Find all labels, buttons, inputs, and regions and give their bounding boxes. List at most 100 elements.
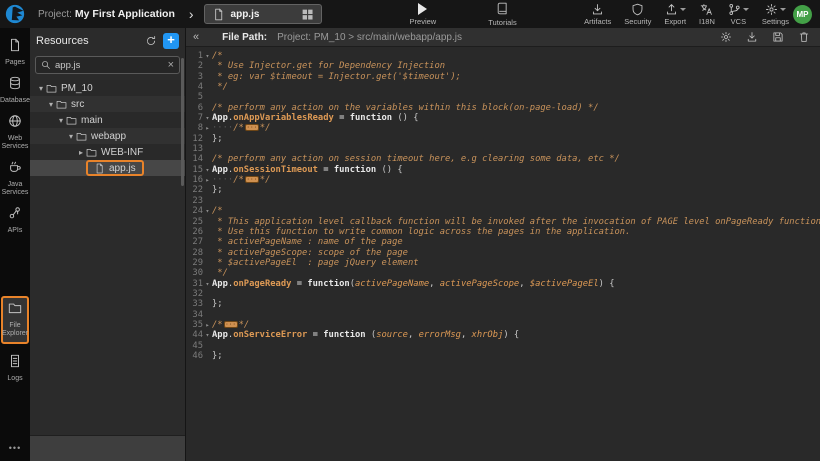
code-line[interactable]: 28 * activePageScope: scope of the page xyxy=(186,248,820,258)
vertical-scrollbar[interactable] xyxy=(181,58,184,186)
code-line[interactable]: 4 */ xyxy=(186,82,820,92)
sidebar-item-apis[interactable]: APIs xyxy=(0,202,30,240)
tree-node-src[interactable]: ▾ src xyxy=(30,96,185,112)
code-line[interactable]: 13 xyxy=(186,144,820,154)
tree-node-app.js[interactable]: app.js xyxy=(30,160,185,176)
sidebar-item-java-services[interactable]: Java Services xyxy=(0,156,30,202)
save-icon[interactable] xyxy=(772,31,784,43)
search-input[interactable] xyxy=(55,60,164,71)
tree-node-label: PM_10 xyxy=(61,83,93,94)
wavemaker-logo-icon[interactable] xyxy=(4,3,26,25)
export-button[interactable]: Export xyxy=(664,2,686,26)
code-line[interactable]: 7▾App.onAppVariablesReady = function () … xyxy=(186,113,820,123)
code-line[interactable]: 46}; xyxy=(186,351,820,361)
line-number: 23 xyxy=(186,196,203,206)
tree-node-web-inf[interactable]: ▸ WEB-INF xyxy=(30,144,185,160)
line-number: 29 xyxy=(186,258,203,268)
tutorials-button[interactable]: Tutorials xyxy=(488,2,516,27)
code-line[interactable]: 22}; xyxy=(186,185,820,195)
code-line[interactable]: 23 xyxy=(186,196,820,206)
refresh-icon[interactable] xyxy=(145,35,157,47)
fold-open-icon[interactable]: ▾ xyxy=(203,113,212,123)
sidebar-more-button[interactable]: ••• xyxy=(9,443,21,453)
tree-open-arrow-icon[interactable]: ▾ xyxy=(46,100,56,109)
tree-node-main[interactable]: ▾main xyxy=(30,112,185,128)
horizontal-scrollbar[interactable] xyxy=(30,435,185,461)
code-line[interactable]: 32 xyxy=(186,289,820,299)
sidebar-item-web-services[interactable]: Web Services xyxy=(0,110,30,156)
add-resource-button[interactable]: + xyxy=(163,33,179,49)
line-number: 24 xyxy=(186,206,203,216)
export-upload-icon xyxy=(665,2,678,16)
code-line[interactable]: 6/* perform any action on the variables … xyxy=(186,103,820,113)
code-line[interactable]: 26 * Use this function to write common l… xyxy=(186,227,820,237)
vcs-button[interactable]: VCS xyxy=(728,2,749,26)
tree-node-pm_10[interactable]: ▾ PM_10 xyxy=(30,80,185,96)
code-line[interactable]: 16▸····/*···*/ xyxy=(186,175,820,185)
fold-open-icon[interactable]: ▾ xyxy=(203,279,212,289)
code-area[interactable]: 1▾/*2 * Use Injector.get for Dependency … xyxy=(186,47,820,461)
fold-open-icon[interactable]: ▾ xyxy=(203,51,212,61)
fold-open-icon[interactable]: ▾ xyxy=(203,330,212,340)
collapsed-code-badge[interactable]: ··· xyxy=(245,176,259,183)
settings-button[interactable]: Settings xyxy=(762,2,789,26)
sidebar-item-logs[interactable]: Logs xyxy=(0,350,30,388)
code-line[interactable]: 33}; xyxy=(186,299,820,309)
trash-icon[interactable] xyxy=(798,31,810,43)
code-line[interactable]: 14/* perform any action on session timeo… xyxy=(186,154,820,164)
code-line[interactable]: 12}; xyxy=(186,134,820,144)
code-line[interactable]: 31▾App.onPageReady = function(activePage… xyxy=(186,279,820,289)
code-text: * Use this function to write common logi… xyxy=(212,227,820,237)
tree-closed-arrow-icon[interactable]: ▸ xyxy=(76,148,86,157)
code-line[interactable]: 1▾/* xyxy=(186,51,820,61)
preview-button[interactable]: Preview xyxy=(410,3,437,26)
tree-open-arrow-icon[interactable]: ▾ xyxy=(56,116,66,125)
code-line[interactable]: 45 xyxy=(186,341,820,351)
code-line[interactable]: 3 * eg: var $timeout = Injector.get('$ti… xyxy=(186,72,820,82)
artifacts-button[interactable]: Artifacts xyxy=(584,2,611,26)
fold-open-icon[interactable]: ▾ xyxy=(203,206,212,216)
code-line[interactable]: 34 xyxy=(186,310,820,320)
code-line[interactable]: 8▸····/*···*/ xyxy=(186,123,820,133)
code-line[interactable]: 2 * Use Injector.get for Dependency Inje… xyxy=(186,61,820,71)
sidebar-item-label: Web Services xyxy=(0,135,30,151)
code-text: /* perform any action on the variables w… xyxy=(212,103,820,113)
grid-icon[interactable] xyxy=(301,7,314,21)
fold-closed-icon[interactable]: ▸ xyxy=(203,175,212,185)
code-line[interactable]: 24▾/* xyxy=(186,206,820,216)
tree-node-webapp[interactable]: ▾webapp xyxy=(30,128,185,144)
fold-closed-icon[interactable]: ▸ xyxy=(203,320,212,330)
security-button[interactable]: Security xyxy=(624,2,651,26)
sidebar-item-file-explorer[interactable]: File Explorer xyxy=(1,296,29,344)
download-icon[interactable] xyxy=(746,31,758,43)
tree-open-arrow-icon[interactable]: ▾ xyxy=(36,84,46,93)
sidebar-item-databases[interactable]: Databases xyxy=(0,72,30,110)
code-line[interactable]: 29 * $activePageEl : page jQuery element xyxy=(186,258,820,268)
open-file-tab[interactable]: app.js xyxy=(204,4,322,24)
fold-closed-icon[interactable]: ▸ xyxy=(203,123,212,133)
sidebar-item-pages[interactable]: Pages xyxy=(0,34,30,72)
collapsed-code-badge[interactable]: ··· xyxy=(224,321,238,328)
tree-node-label: src xyxy=(71,99,84,110)
gear-icon xyxy=(765,2,778,16)
code-line[interactable]: 25 * This application level callback fun… xyxy=(186,217,820,227)
gear-icon[interactable] xyxy=(720,31,732,43)
avatar[interactable]: MP xyxy=(793,5,812,24)
clear-search-icon[interactable]: × xyxy=(168,60,174,70)
fold-open-icon[interactable]: ▾ xyxy=(203,165,212,175)
chevron-down-icon xyxy=(780,8,786,11)
code-line[interactable]: 30 */ xyxy=(186,268,820,278)
code-line[interactable]: 27 * activePageName : name of the page xyxy=(186,237,820,247)
code-line[interactable]: 35▸/*···*/ xyxy=(186,320,820,330)
collapse-panel-icon[interactable]: « xyxy=(190,31,202,43)
code-line[interactable]: 15▾App.onSessionTimeout = function () { xyxy=(186,165,820,175)
tree-node-label: WEB-INF xyxy=(101,147,143,158)
code-text: ····/*···*/ xyxy=(212,175,820,185)
tree-open-arrow-icon[interactable]: ▾ xyxy=(66,132,76,141)
fold-spacer xyxy=(203,144,212,154)
code-line[interactable]: 5 xyxy=(186,92,820,102)
line-number: 22 xyxy=(186,185,203,195)
i18n-button[interactable]: I18N xyxy=(699,2,715,26)
code-line[interactable]: 44▾App.onServiceError = function (source… xyxy=(186,330,820,340)
collapsed-code-badge[interactable]: ··· xyxy=(245,124,259,131)
